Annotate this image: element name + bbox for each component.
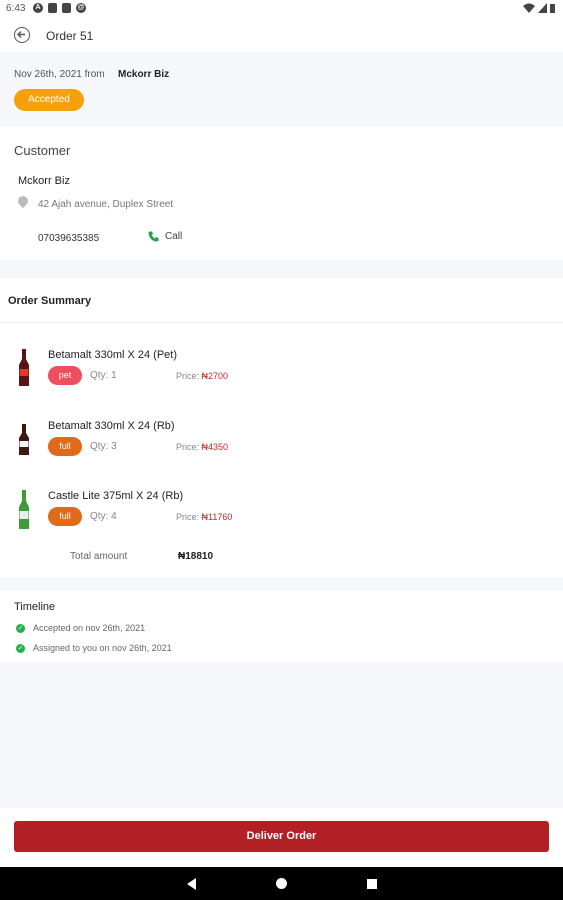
order-from: Mckorr Biz: [118, 69, 170, 80]
bottle-icon: [19, 349, 29, 386]
timeline-event-text: Assigned to you on nov 26th, 2021: [33, 643, 172, 653]
customer-card: Customer Mckorr Biz 42 Ajah avenue, Dupl…: [0, 127, 563, 260]
item-type-badge: pet: [48, 366, 82, 385]
item-type-badge: full: [48, 507, 82, 526]
timeline-event: ✓ Accepted on nov 26th, 2021: [16, 623, 145, 633]
item-price: Price: ₦11760: [176, 512, 232, 522]
nav-home-icon[interactable]: [276, 878, 287, 889]
arrow-left-icon: [17, 31, 25, 38]
customer-name: Mckorr Biz: [18, 175, 70, 187]
status-bar: 6:43 A @: [0, 0, 563, 20]
item-qty: Qty: 1: [90, 370, 117, 381]
notification-icon: [48, 3, 57, 13]
price-label: Price:: [176, 442, 200, 452]
status-time: 6:43: [6, 3, 26, 14]
customer-phone: 07039635385: [38, 233, 100, 244]
price-label: Price:: [176, 512, 200, 522]
order-summary: Order Summary Betamalt 330ml X 24 (Pet) …: [0, 278, 563, 577]
order-item: Betamalt 330ml X 24 (Rb) full Qty: 3 Pri…: [0, 420, 563, 480]
system-icons: [523, 3, 555, 13]
deliver-order-button[interactable]: Deliver Order: [14, 821, 549, 852]
location-pin-icon: [15, 193, 31, 209]
timeline-heading: Timeline: [14, 601, 56, 613]
check-circle-icon: ✓: [16, 643, 25, 653]
price-value: ₦4350: [201, 442, 229, 452]
order-header: Nov 26th, 2021 from Mckorr Biz Accepted: [0, 52, 563, 125]
timeline-event-text: Accepted on nov 26th, 2021: [33, 623, 146, 633]
timeline-event: ✓ Assigned to you on nov 26th, 2021: [16, 643, 172, 653]
summary-heading: Order Summary: [8, 295, 92, 307]
timeline: Timeline ✓ Accepted on nov 26th, 2021 ✓ …: [0, 591, 563, 662]
back-button[interactable]: [14, 27, 30, 43]
price-value: ₦11760: [201, 512, 233, 522]
check-circle-icon: ✓: [16, 623, 25, 633]
item-type-badge: full: [48, 437, 82, 456]
price-label: Price:: [176, 371, 200, 381]
app-bar: Order 51: [0, 20, 563, 52]
notification-icons: A @: [33, 3, 86, 13]
order-item: Betamalt 330ml X 24 (Pet) pet Qty: 1 Pri…: [0, 349, 563, 409]
signal-icon: [538, 3, 547, 13]
item-qty: Qty: 4: [90, 511, 117, 522]
bottom-action-bar: Deliver Order: [0, 808, 563, 867]
item-name: Castle Lite 375ml X 24 (Rb): [48, 490, 184, 502]
bottle-icon: [19, 490, 29, 529]
sim-icon: [62, 3, 71, 13]
call-button[interactable]: Call: [148, 231, 182, 242]
order-item: Castle Lite 375ml X 24 (Rb) full Qty: 4 …: [0, 490, 563, 550]
system-navigation-bar: [0, 867, 563, 900]
status-badge: Accepted: [14, 89, 84, 111]
settings-notification-icon: @: [76, 3, 86, 13]
bottle-icon: [19, 424, 29, 455]
order-date: Nov 26th, 2021 from: [14, 69, 105, 80]
wifi-icon: [523, 3, 535, 13]
item-name: Betamalt 330ml X 24 (Pet): [48, 349, 178, 361]
item-name: Betamalt 330ml X 24 (Rb): [48, 420, 175, 432]
price-value: ₦2700: [201, 371, 229, 381]
battery-icon: [550, 4, 555, 13]
nav-back-icon[interactable]: [187, 878, 196, 890]
call-label: Call: [165, 231, 183, 242]
total-value: ₦18810: [178, 551, 214, 562]
item-qty: Qty: 3: [90, 441, 117, 452]
phone-icon: [148, 231, 159, 242]
item-price: Price: ₦2700: [176, 371, 228, 381]
item-price: Price: ₦4350: [176, 442, 228, 452]
nav-recents-icon[interactable]: [367, 879, 377, 889]
customer-address: 42 Ajah avenue, Duplex Street: [38, 199, 174, 210]
total-label: Total amount: [70, 551, 128, 562]
divider: [0, 322, 563, 323]
app-notification-icon: A: [33, 3, 43, 13]
customer-heading: Customer: [14, 143, 71, 158]
page-title: Order 51: [46, 29, 94, 43]
